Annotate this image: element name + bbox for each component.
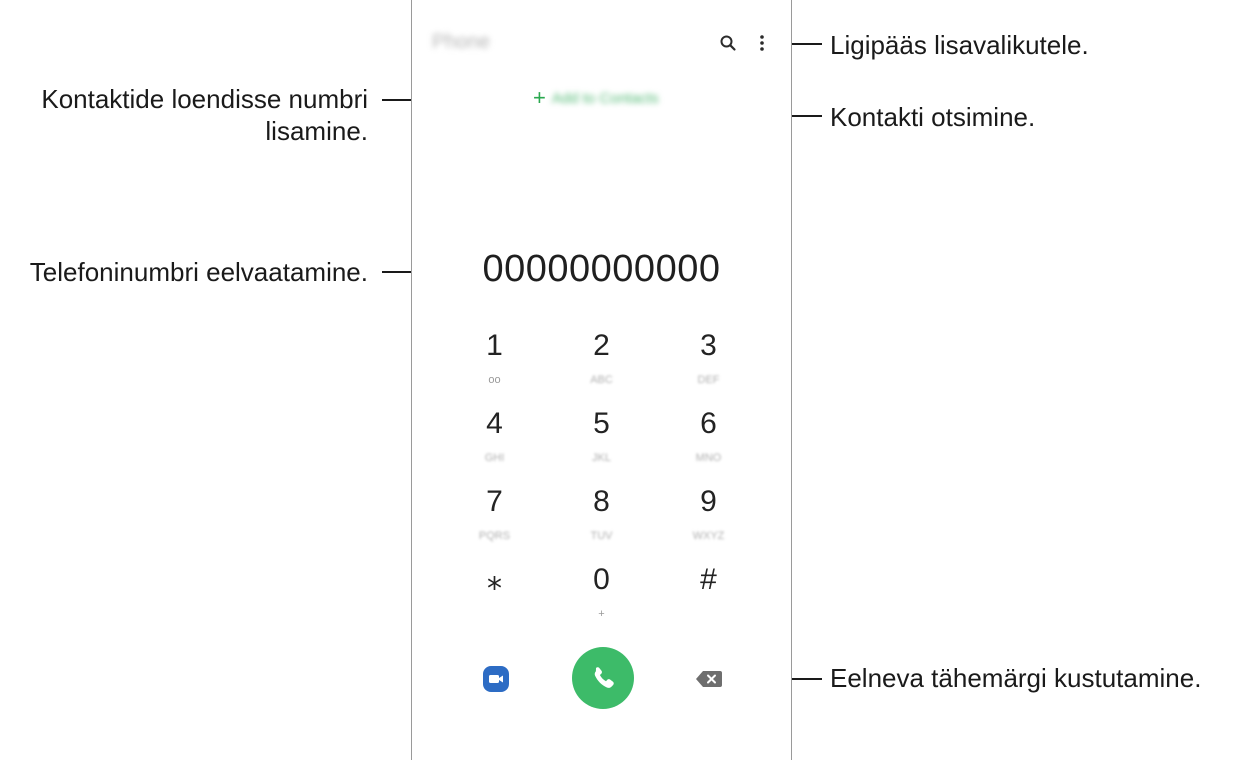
key-0[interactable]: 0 +	[548, 560, 655, 638]
callout-delete: Eelneva tähemärgi kustutamine.	[830, 663, 1202, 693]
key-digit: 6	[700, 407, 717, 440]
key-letters: DEF	[697, 374, 720, 386]
key-letters	[655, 608, 762, 622]
key-digit: 9	[700, 485, 717, 518]
more-options-icon[interactable]	[758, 33, 766, 53]
key-star[interactable]: ⁎	[441, 560, 548, 638]
key-letters: JKL	[592, 452, 611, 464]
key-digit: 0	[593, 563, 610, 596]
add-to-contacts-label: Add to Contacts	[551, 89, 659, 107]
key-hash[interactable]: #	[655, 560, 762, 638]
key-letters: MNO	[695, 452, 722, 464]
callout-add-number-line1: Kontaktide loendisse numbri	[41, 84, 368, 114]
callout-add-number-line2: lisamine.	[265, 116, 368, 146]
key-1[interactable]: 1 ᴏᴏ	[441, 326, 548, 404]
key-letters: TUV	[590, 530, 613, 542]
key-digit: 7	[486, 485, 503, 518]
key-letters: WXYZ	[692, 530, 725, 542]
key-5[interactable]: 5 JKL	[548, 404, 655, 482]
key-digit: 4	[486, 407, 503, 440]
callout-search: Kontakti otsimine.	[830, 102, 1036, 132]
key-4[interactable]: 4 GHI	[441, 404, 548, 482]
dialed-number: 00000000000	[482, 248, 721, 290]
video-call-icon[interactable]	[482, 665, 510, 693]
voicemail-icon: ᴏᴏ	[488, 374, 501, 386]
app-title: Phone	[432, 31, 490, 53]
callout-preview: Telefoninumbri eelvaatamine.	[29, 257, 368, 287]
key-3[interactable]: 3 DEF	[655, 326, 762, 404]
key-digit: 2	[593, 329, 610, 362]
key-2[interactable]: 2 ABC	[548, 326, 655, 404]
backspace-icon[interactable]	[695, 670, 723, 688]
key-digit: 5	[593, 407, 610, 440]
key-digit: ⁎	[487, 563, 502, 596]
key-plus: +	[598, 608, 605, 620]
key-digit: #	[700, 563, 717, 596]
key-7[interactable]: 7 PQRS	[441, 482, 548, 560]
key-letters: PQRS	[478, 530, 511, 542]
key-9[interactable]: 9 WXYZ	[655, 482, 762, 560]
key-digit: 1	[486, 329, 503, 362]
key-8[interactable]: 8 TUV	[548, 482, 655, 560]
key-letters: ABC	[590, 374, 613, 386]
add-to-contacts-button[interactable]: + Add to Contacts	[533, 87, 659, 109]
key-letters: GHI	[484, 452, 505, 464]
search-icon[interactable]	[719, 34, 737, 52]
callout-more-options: Ligipääs lisavalikutele.	[830, 30, 1089, 60]
key-6[interactable]: 6 MNO	[655, 404, 762, 482]
key-digit: 8	[593, 485, 610, 518]
key-digit: 3	[700, 329, 717, 362]
key-letters	[441, 608, 548, 622]
call-button[interactable]	[572, 647, 634, 709]
callout-add-number: Kontaktide loendisse numbri lisamine.	[41, 83, 368, 147]
call-icon	[594, 667, 614, 688]
plus-icon: +	[533, 85, 546, 110]
phone-screen: Phone + Add to Contacts 00000000000 1 ᴏᴏ…	[411, 0, 792, 760]
